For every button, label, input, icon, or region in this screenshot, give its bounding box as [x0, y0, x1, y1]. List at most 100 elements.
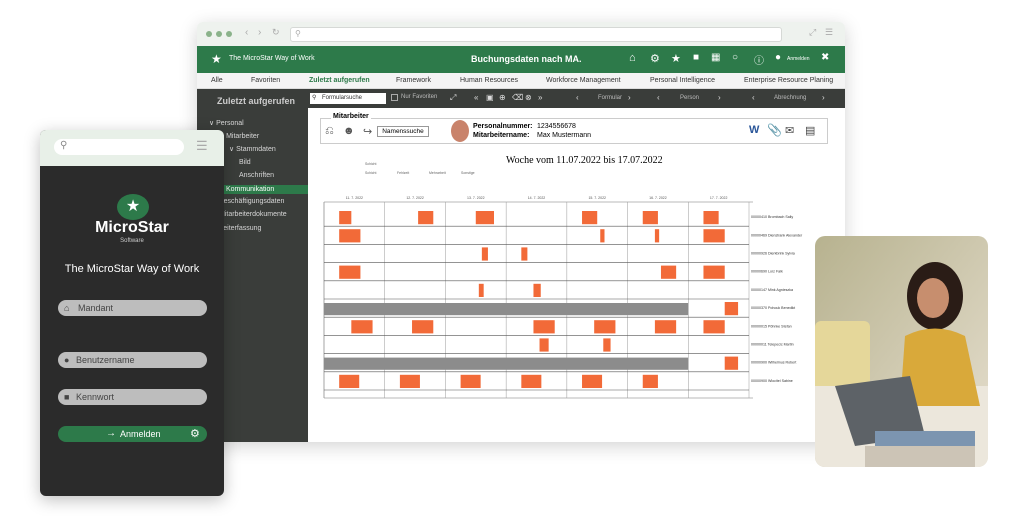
tree-item[interactable]: Mitarbeiterdokumente	[219, 211, 287, 218]
hamburger-icon[interactable]: ☰	[196, 138, 208, 154]
user-photo	[815, 236, 988, 467]
form-search-input[interactable]: ⚲ Formularsuche	[310, 93, 386, 104]
gray-row	[324, 357, 689, 370]
person-label[interactable]: Person	[680, 95, 699, 101]
employee-label: 00000900 Wlocitel Sabine	[751, 379, 793, 383]
tree-item[interactable]: Zeiterfassung	[219, 225, 261, 232]
main-content: Mitarbeiter ⎌ ☻ ↪ Namenssuche Personalnu…	[308, 108, 845, 442]
tree-item[interactable]: Beschäftigungsdaten	[219, 198, 284, 205]
shift-bar	[399, 374, 420, 388]
shift-bar	[539, 338, 549, 352]
close-icon[interactable]: ✖	[821, 52, 829, 63]
login-button[interactable]: → Anmelden ⚙	[58, 426, 207, 442]
forward-icon[interactable]: ›	[258, 27, 261, 38]
last-icon[interactable]: »	[538, 93, 542, 102]
page-title: Buchungsdaten nach MA.	[471, 54, 582, 64]
first-icon[interactable]: «	[474, 93, 478, 102]
tree-item[interactable]: Anschriften	[239, 172, 274, 179]
tree-item[interactable]: Bild	[239, 159, 251, 166]
menu-item-erp[interactable]: Enterprise Resource Planing	[744, 77, 833, 84]
password-field[interactable]: ■ Kennwort	[58, 389, 207, 405]
brand-sub: Software	[120, 238, 144, 244]
shift-bar	[582, 374, 603, 388]
menu-item-pi[interactable]: Personal Intelligence	[650, 77, 715, 84]
employee-label: 00000410 Brombach Sally	[751, 215, 793, 219]
tree-item[interactable]: ∨ Mitarbeiter	[219, 132, 259, 140]
tree-item[interactable]: Kommunikation	[223, 185, 308, 194]
menu-item-favoriten[interactable]: Favoriten	[251, 77, 280, 84]
user-icon[interactable]: ●	[775, 52, 781, 63]
window-dot-icon[interactable]	[206, 31, 212, 37]
brand-name: MicroStar	[95, 219, 169, 236]
toolbar: ⚲ Formularsuche Nur Favoriten ⤢ « ▣ ⊕ ⌫ …	[308, 89, 845, 108]
user-icon: ●	[64, 355, 70, 365]
info-icon[interactable]: ⓘ	[754, 52, 764, 67]
menu-item-wfm[interactable]: Workforce Management	[546, 77, 621, 84]
shift-bar	[654, 229, 660, 243]
day-label: 15. 7. 2022	[588, 196, 606, 200]
shift-bar	[654, 320, 677, 334]
menu-item-alle[interactable]: Alle	[211, 77, 223, 84]
home-icon[interactable]: ⌂	[629, 52, 636, 64]
next-person-icon[interactable]: ›	[718, 93, 721, 102]
menu-item-framework[interactable]: Framework	[396, 77, 431, 84]
next-form-icon[interactable]: ›	[628, 93, 631, 102]
window-dot-icon[interactable]	[216, 31, 222, 37]
shift-bar	[481, 247, 488, 261]
gear-icon[interactable]: ⚙	[190, 427, 200, 440]
favorites-checkbox[interactable]	[391, 94, 398, 101]
chat-icon[interactable]: ○	[732, 52, 738, 63]
employee-label: 00000690 Lorz Falk	[751, 270, 783, 274]
tree-item[interactable]: ∨ Personal	[209, 119, 244, 127]
prev-abrechnung-icon[interactable]: ‹	[752, 93, 755, 102]
tree-item-label: Mitarbeiterdokumente	[219, 211, 287, 219]
expand-icon[interactable]: ⤢	[450, 93, 456, 103]
address-bar[interactable]: ⚲	[290, 27, 782, 42]
save-icon[interactable]: ▣	[486, 93, 494, 102]
shift-bar	[660, 265, 677, 279]
app-header: ★ The MicroStar Way of Work Buchungsdate…	[197, 46, 845, 73]
shift-bar	[521, 374, 542, 388]
day-label: 12. 7. 2022	[406, 196, 424, 200]
formular-label[interactable]: Formular	[598, 95, 622, 101]
favorite-icon[interactable]: ★	[671, 52, 681, 65]
menu-icon[interactable]: ☰	[825, 27, 833, 38]
tree-item[interactable]: ∨ Stammdaten	[229, 145, 276, 153]
shift-bar	[603, 338, 611, 352]
prev-form-icon[interactable]: ‹	[576, 93, 579, 102]
phone-header: ⚲ ☰	[40, 130, 224, 166]
abrechnung-label[interactable]: Abrechnung	[774, 95, 806, 101]
employee-label: 00000469 Dienstrank Alexander	[751, 233, 803, 237]
woman-laptop-image	[815, 236, 988, 467]
mandant-field[interactable]: ⌂ Mandant	[58, 300, 207, 316]
tree-item-label: Zeiterfassung	[219, 224, 262, 232]
next-abrechnung-icon[interactable]: ›	[822, 93, 825, 102]
microstar-logo-icon: ★	[117, 194, 149, 220]
employee-label: 00000900 Wilhelmus Robert	[751, 361, 796, 365]
tree-item-label: Mitarbeiter	[226, 133, 260, 141]
reload-icon[interactable]: ↻	[272, 27, 280, 38]
search-icon: ⚲	[312, 95, 317, 101]
desktop-window: ‹ › ↻ ⚲ ⤢ ☰ ★ The MicroStar Way of Work …	[197, 22, 845, 442]
expand-icon[interactable]: ⤢	[809, 27, 816, 38]
star-logo-icon: ★	[211, 52, 222, 66]
delete-icon[interactable]: ⌫	[512, 93, 523, 102]
back-icon[interactable]: ‹	[245, 27, 248, 38]
mobile-login: ⚲ ☰ ★ MicroStar Software The MicroStar W…	[40, 130, 224, 496]
gear-icon[interactable]: ⚙	[650, 52, 660, 65]
shift-bar	[418, 211, 434, 225]
lock-icon[interactable]: ■	[693, 52, 699, 63]
prev-person-icon[interactable]: ‹	[657, 93, 660, 102]
shift-bar	[703, 265, 725, 279]
user-label[interactable]: Anmelden	[787, 56, 810, 62]
add-icon[interactable]: ⊕	[499, 93, 506, 102]
calendar-icon[interactable]: ▦	[711, 52, 720, 63]
menu-item-hr[interactable]: Human Resources	[460, 77, 518, 84]
phone-search-input[interactable]: ⚲	[54, 139, 184, 155]
window-dot-icon[interactable]	[226, 31, 232, 37]
shift-bar	[478, 283, 484, 297]
cancel-icon[interactable]: ⊗	[525, 93, 532, 102]
mandant-placeholder: Mandant	[78, 303, 114, 313]
username-field[interactable]: ● Benutzername	[58, 352, 207, 368]
menu-item-zuletzt[interactable]: Zuletzt aufgerufen	[309, 77, 370, 84]
